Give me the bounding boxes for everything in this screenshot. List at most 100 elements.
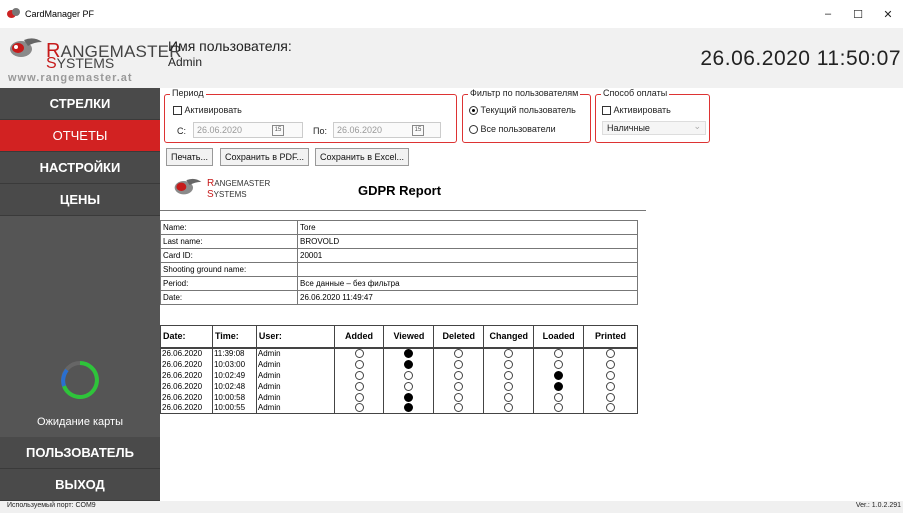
cell-date: 26.06.2020 — [160, 347, 213, 359]
empty-circle-icon — [606, 381, 616, 391]
nav-arrows-button[interactable]: СТРЕЛКИ — [0, 88, 160, 120]
nav-user-button[interactable]: ПОЛЬЗОВАТЕЛЬ — [0, 437, 160, 469]
report-title: GDPR Report — [358, 183, 442, 198]
info-value: Все данные – без фильтра — [297, 276, 638, 291]
all-users-radio[interactable]: Все пользователи — [469, 124, 556, 135]
cell-mark — [483, 358, 535, 370]
report-logo-rangemaster: RANGEMASTER — [207, 178, 271, 189]
payment-group: Способ оплаты Активировать Наличные ⌄ — [595, 88, 710, 143]
info-row: Card ID: 20001 — [160, 248, 638, 263]
radio-selected-icon — [469, 106, 478, 116]
info-label: Name: — [160, 220, 298, 235]
report-logo: RANGEMASTER SYSTEMS — [173, 176, 293, 202]
cell-user: Admin — [255, 380, 335, 392]
cell-time: 10:00:55 — [211, 402, 257, 414]
empty-circle-icon — [404, 370, 414, 380]
nav-settings-button[interactable]: НАСТРОЙКИ — [0, 152, 160, 184]
to-date-input[interactable]: 26.06.2020 15 — [333, 122, 441, 138]
cell-mark — [583, 369, 638, 381]
card-wait-label: Ожидание карты — [37, 416, 123, 428]
info-row: Shooting ground name: — [160, 262, 638, 277]
cell-mark — [433, 380, 485, 392]
nav-exit-button[interactable]: ВЫХОД — [0, 469, 160, 501]
cell-user: Admin — [255, 347, 335, 359]
cell-date: 26.06.2020 — [160, 380, 213, 392]
title-bar: CardManager PF – ☐ ✕ — [0, 0, 903, 28]
period-activate-checkbox[interactable]: Активировать — [173, 105, 242, 116]
column-header: Printed — [583, 325, 638, 349]
save-excel-button[interactable]: Сохранить в Excel... — [315, 148, 410, 166]
cell-date: 26.06.2020 — [160, 391, 213, 403]
filled-circle-icon — [404, 359, 414, 369]
nav-prices-button[interactable]: ЦЕНЫ — [0, 184, 160, 216]
cell-mark — [483, 369, 535, 381]
cell-user: Admin — [255, 391, 335, 403]
window-title: CardManager PF — [25, 9, 95, 19]
info-value: Tore — [297, 220, 638, 235]
cell-mark — [483, 380, 535, 392]
print-button[interactable]: Печать... — [166, 148, 213, 166]
cell-mark — [383, 391, 435, 403]
empty-circle-icon — [504, 359, 514, 369]
empty-circle-icon — [354, 381, 364, 391]
empty-circle-icon — [354, 370, 364, 380]
loading-spinner-icon — [61, 361, 99, 399]
current-user-radio[interactable]: Текущий пользователь — [469, 105, 576, 116]
empty-circle-icon — [504, 381, 514, 391]
logo-emblem-icon — [10, 38, 42, 57]
empty-circle-icon — [606, 403, 616, 413]
cell-mark — [483, 391, 535, 403]
user-name: Admin — [168, 55, 203, 69]
payment-activate-checkbox[interactable]: Активировать — [602, 105, 671, 116]
table-row: 26.06.2020 10:02:48 Admin — [160, 380, 638, 392]
cell-mark — [583, 380, 638, 392]
cell-mark — [533, 380, 585, 392]
close-button[interactable]: ✕ — [873, 0, 903, 28]
empty-circle-icon — [454, 359, 464, 369]
empty-circle-icon — [504, 349, 514, 359]
empty-circle-icon — [354, 403, 364, 413]
payment-select[interactable]: Наличные ⌄ — [602, 121, 706, 135]
cell-time: 10:03:00 — [211, 358, 257, 370]
empty-circle-icon — [606, 349, 616, 359]
empty-circle-icon — [606, 370, 616, 380]
cell-mark — [533, 402, 585, 414]
cell-time: 11:39:08 — [211, 347, 257, 359]
info-label: Period: — [160, 276, 298, 291]
empty-circle-icon — [606, 359, 616, 369]
save-pdf-button[interactable]: Сохранить в PDF... — [220, 148, 310, 166]
info-value — [297, 262, 638, 277]
table-row: 26.06.2020 11:39:08 Admin — [160, 347, 638, 359]
logo-word-systems: SYSTEMS — [46, 55, 115, 72]
cell-mark — [433, 402, 485, 414]
cell-mark — [583, 358, 638, 370]
nav-reports-button[interactable]: ОТЧЕТЫ — [0, 120, 160, 152]
info-label: Date: — [160, 290, 298, 305]
cell-mark — [333, 402, 385, 414]
main-panel: Период Активировать С: 26.06.2020 15 По:… — [160, 88, 903, 501]
empty-circle-icon — [454, 403, 464, 413]
cell-mark — [333, 380, 385, 392]
calendar-icon[interactable]: 15 — [412, 125, 424, 136]
cell-mark — [333, 391, 385, 403]
clock-datetime: 26.06.2020 11:50:07 — [700, 47, 901, 70]
empty-circle-icon — [354, 359, 364, 369]
cell-mark — [433, 391, 485, 403]
user-label: Имя пользователя: — [168, 38, 292, 54]
report-preview: RANGEMASTER SYSTEMS GDPR Report Name: Tor… — [160, 170, 903, 501]
cell-mark — [533, 347, 585, 359]
sidebar: СТРЕЛКИ ОТЧЕТЫ НАСТРОЙКИ ЦЕНЫ Ожидание к… — [0, 88, 160, 501]
empty-circle-icon — [606, 392, 616, 402]
minimize-button[interactable]: – — [813, 0, 843, 28]
from-date-input[interactable]: 26.06.2020 15 — [193, 122, 303, 138]
cell-mark — [383, 380, 435, 392]
log-table: Date: Time: User: Added Viewed Deleted Changed… — [160, 325, 638, 414]
calendar-icon[interactable]: 15 — [272, 125, 284, 136]
filled-circle-icon — [404, 403, 414, 413]
cell-mark — [433, 358, 485, 370]
cell-date: 26.06.2020 — [160, 358, 213, 370]
app-icon — [7, 8, 21, 20]
to-label: По: — [313, 126, 327, 136]
cell-mark — [333, 358, 385, 370]
maximize-button[interactable]: ☐ — [843, 0, 873, 28]
